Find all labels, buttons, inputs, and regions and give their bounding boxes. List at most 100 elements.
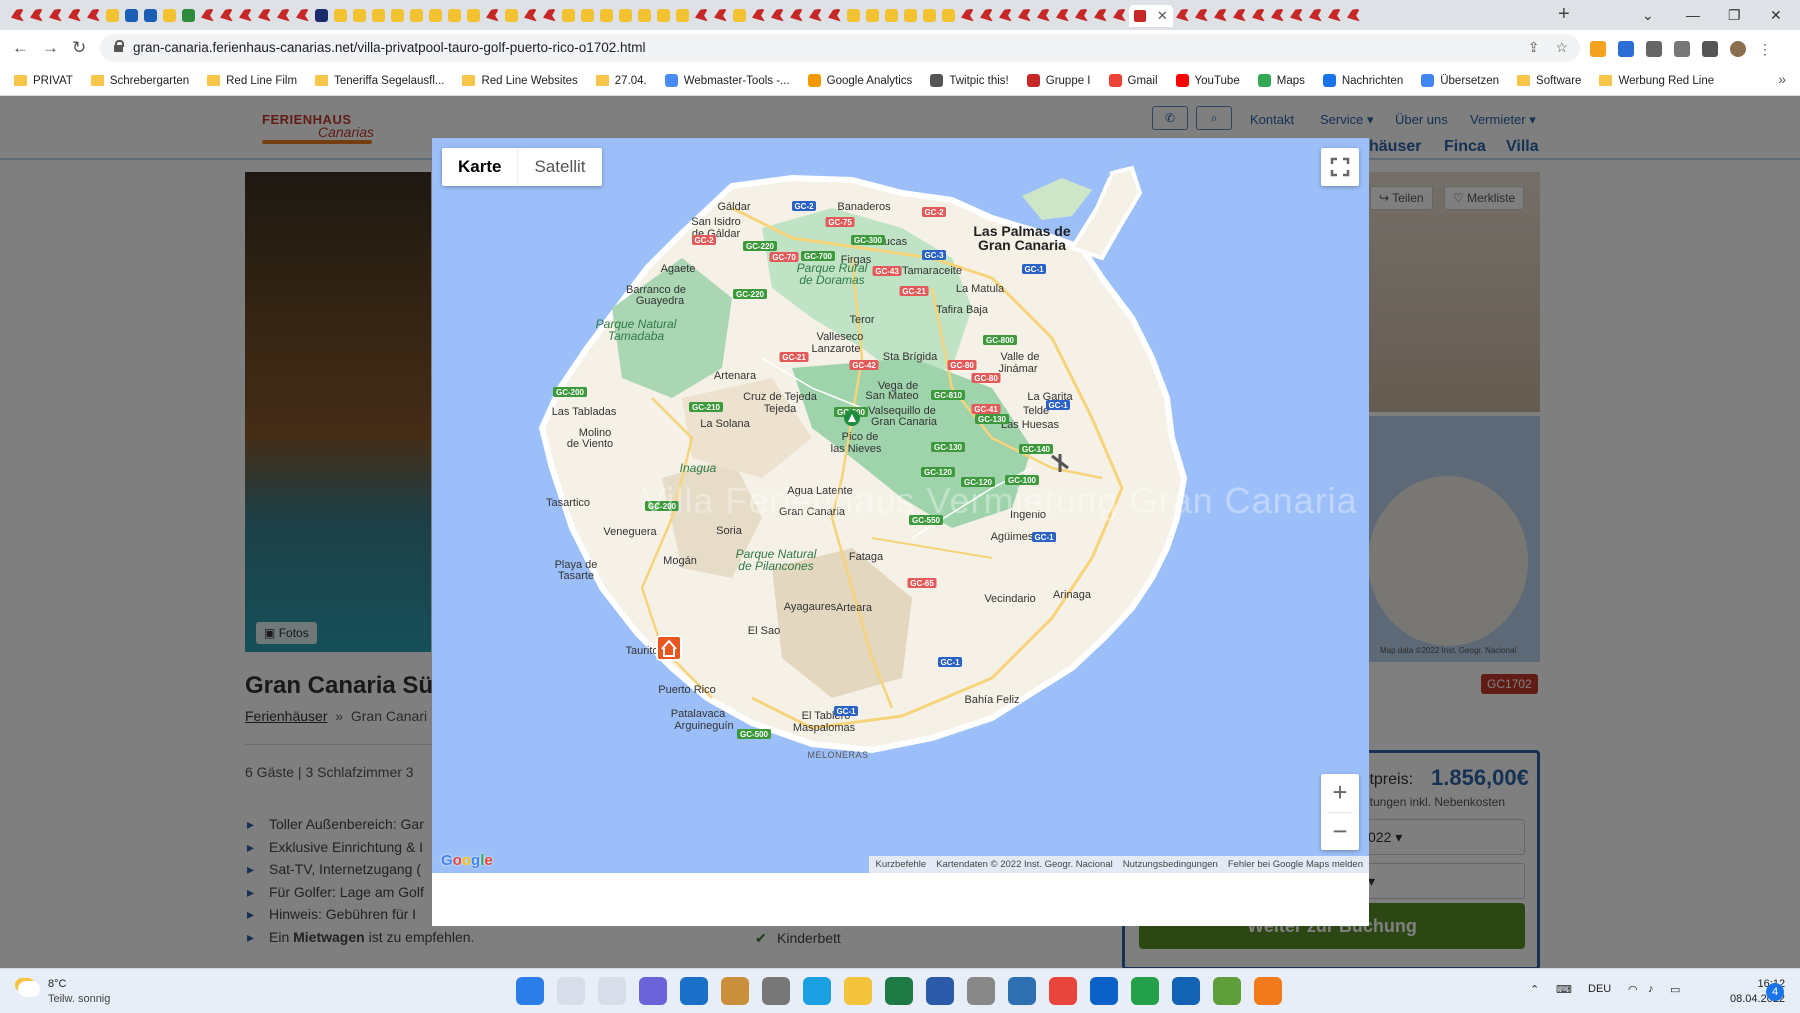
- zoom-in-button[interactable]: +: [1321, 774, 1359, 812]
- map-attribution-link[interactable]: Nutzungsbedingungen: [1123, 859, 1218, 870]
- bookmark-item[interactable]: Teneriffa Segelausfl...: [315, 75, 444, 87]
- tab-favicon-icon[interactable]: [1287, 5, 1306, 25]
- task-view-icon[interactable]: [598, 977, 626, 1005]
- tab-favicon-icon[interactable]: [635, 5, 654, 25]
- extension-icon[interactable]: [1590, 41, 1606, 57]
- chrome-icon[interactable]: [1049, 977, 1077, 1005]
- tab-favicon-icon[interactable]: [1034, 5, 1053, 25]
- search-icon[interactable]: [557, 977, 585, 1005]
- tab-favicon-icon[interactable]: [749, 5, 768, 25]
- bookmark-item[interactable]: Schrebergarten: [90, 75, 189, 87]
- dropbox-icon[interactable]: [1090, 977, 1118, 1005]
- tab-favicon-icon[interactable]: [1173, 5, 1192, 25]
- chat-icon[interactable]: [639, 977, 667, 1005]
- tab-favicon-icon[interactable]: [293, 5, 312, 25]
- start-icon[interactable]: [516, 977, 544, 1005]
- photos-icon[interactable]: [1008, 977, 1036, 1005]
- language-indicator[interactable]: DEU: [1588, 983, 1611, 995]
- map-attribution-link[interactable]: Fehler bei Google Maps melden: [1228, 859, 1363, 870]
- outlook-icon[interactable]: [1172, 977, 1200, 1005]
- tab-favicon-icon[interactable]: [540, 5, 559, 25]
- bookmark-item[interactable]: Maps: [1257, 74, 1305, 87]
- store-icon[interactable]: [680, 977, 708, 1005]
- bookmark-item[interactable]: Übersetzen: [1421, 74, 1499, 87]
- tab-favicon-icon[interactable]: [521, 5, 540, 25]
- restore-icon[interactable]: ❐: [1728, 0, 1741, 30]
- tab-favicon-icon[interactable]: [578, 5, 597, 25]
- tab-favicon-icon[interactable]: [882, 5, 901, 25]
- google-map[interactable]: Las Palmas de Gran Canaria Gáldar Banaderos…: [432, 138, 1369, 873]
- tab-favicon-icon[interactable]: [597, 5, 616, 25]
- weather-temperature[interactable]: 8°C: [48, 978, 66, 990]
- tab-favicon-icon[interactable]: [1072, 5, 1091, 25]
- tab-favicon-icon[interactable]: [217, 5, 236, 25]
- calculator-icon[interactable]: [967, 977, 995, 1005]
- new-extension-icon[interactable]: [1618, 41, 1634, 57]
- tab-favicon-icon[interactable]: [312, 5, 331, 25]
- reading-list-icon[interactable]: [1674, 41, 1690, 57]
- bookmark-item[interactable]: Google Analytics: [807, 74, 912, 87]
- google-logo[interactable]: Google: [441, 852, 493, 869]
- bookmark-item[interactable]: Nachrichten: [1322, 74, 1403, 87]
- tab-favicon-icon[interactable]: [1306, 5, 1325, 25]
- tab-favicon-icon[interactable]: [141, 5, 160, 25]
- bookmark-item[interactable]: PRIVAT: [14, 75, 73, 87]
- tab-favicon-icon[interactable]: [1015, 5, 1034, 25]
- tab-favicon-icon[interactable]: [920, 5, 939, 25]
- tab-favicon-icon[interactable]: [1053, 5, 1072, 25]
- tab-favicon-icon[interactable]: [768, 5, 787, 25]
- tab-favicon-icon[interactable]: [1091, 5, 1110, 25]
- forward-icon[interactable]: →: [42, 38, 59, 58]
- keyboard-icon[interactable]: ⌨: [1556, 983, 1572, 996]
- tab-favicon-icon[interactable]: [806, 5, 825, 25]
- tab-favicon-icon[interactable]: [844, 5, 863, 25]
- tab-favicon-icon[interactable]: [1192, 5, 1211, 25]
- file-explorer-icon[interactable]: [844, 977, 872, 1005]
- tab-favicon-icon[interactable]: [46, 5, 65, 25]
- excel-icon[interactable]: [885, 977, 913, 1005]
- app-icon-4[interactable]: [1254, 977, 1282, 1005]
- map-type-karte[interactable]: Karte: [442, 148, 517, 186]
- tab-favicon-icon[interactable]: [787, 5, 806, 25]
- tab-favicon-icon[interactable]: [255, 5, 274, 25]
- tab-favicon-icon[interactable]: [464, 5, 483, 25]
- wifi-icon[interactable]: ◠: [1628, 983, 1638, 996]
- tab-favicon-icon[interactable]: [369, 5, 388, 25]
- tab-favicon-icon[interactable]: [1325, 5, 1344, 25]
- bookmark-item[interactable]: Webmaster-Tools -...: [664, 74, 790, 87]
- battery-icon[interactable]: ▭: [1670, 983, 1680, 996]
- tab-search-icon[interactable]: ⌄: [1642, 0, 1654, 30]
- tab-favicon-icon[interactable]: [673, 5, 692, 25]
- tab-favicon-icon[interactable]: [901, 5, 920, 25]
- tab-favicon-icon[interactable]: [198, 5, 217, 25]
- tab-favicon-icon[interactable]: [331, 5, 350, 25]
- address-bar[interactable]: gran-canaria.ferienhaus-canarias.net/vil…: [100, 34, 1580, 62]
- close-window-icon[interactable]: ✕: [1770, 0, 1782, 30]
- edge-icon[interactable]: [803, 977, 831, 1005]
- tab-favicon-icon[interactable]: [103, 5, 122, 25]
- tab-favicon-icon[interactable]: [825, 5, 844, 25]
- bookmark-item[interactable]: Gmail: [1108, 74, 1158, 87]
- tab-favicon-icon[interactable]: [502, 5, 521, 25]
- whatsapp-icon[interactable]: [1131, 977, 1159, 1005]
- lock-icon[interactable]: [114, 40, 124, 52]
- bookmark-item[interactable]: Werbung Red Line: [1599, 75, 1714, 87]
- tab-favicon-icon[interactable]: [1249, 5, 1268, 25]
- reload-icon[interactable]: ↻: [72, 38, 86, 58]
- bookmark-item[interactable]: Software: [1517, 75, 1581, 87]
- tab-favicon-icon[interactable]: [559, 5, 578, 25]
- tab-favicon-icon[interactable]: [274, 5, 293, 25]
- tab-favicon-icon[interactable]: [350, 5, 369, 25]
- fullscreen-button[interactable]: [1321, 148, 1359, 186]
- volume-icon[interactable]: ♪: [1648, 983, 1654, 995]
- app-icon-2[interactable]: [762, 977, 790, 1005]
- zoom-out-button[interactable]: −: [1321, 813, 1359, 851]
- tab-favicon-icon[interactable]: [730, 5, 749, 25]
- tab-favicon-icon[interactable]: [977, 5, 996, 25]
- tab-favicon-icon[interactable]: [996, 5, 1015, 25]
- tab-favicon-icon[interactable]: [122, 5, 141, 25]
- tab-favicon-icon[interactable]: [445, 5, 464, 25]
- tab-favicon-icon[interactable]: [616, 5, 635, 25]
- tab-favicon-icon[interactable]: [958, 5, 977, 25]
- back-icon[interactable]: ←: [12, 38, 29, 58]
